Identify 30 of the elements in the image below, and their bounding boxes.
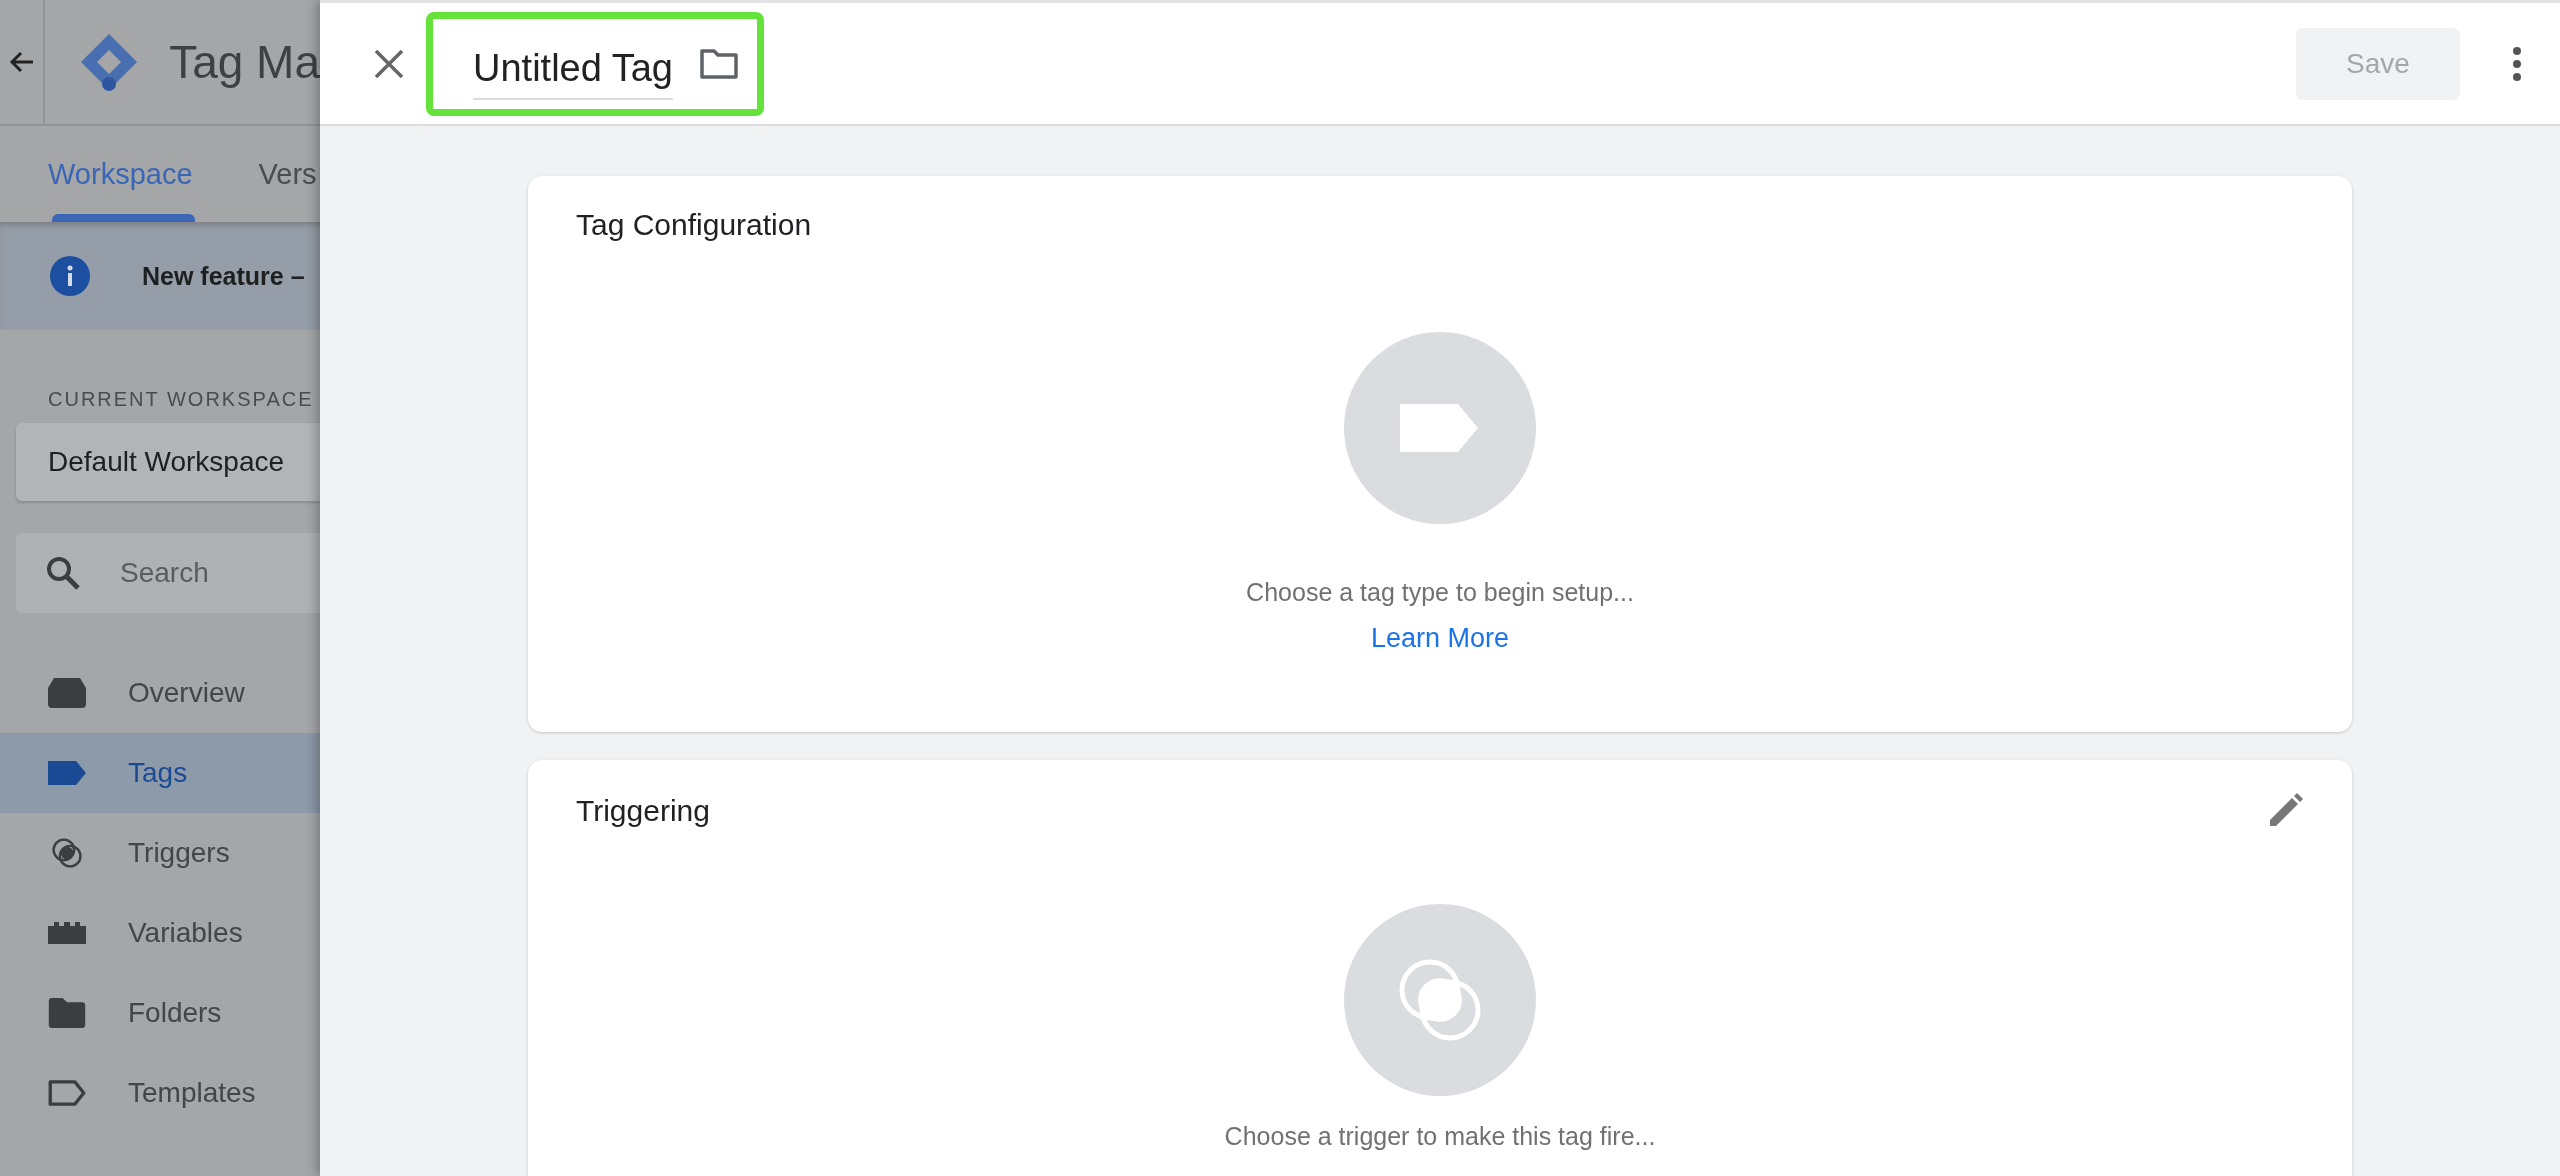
nav-tab[interactable]: Vers — [192, 126, 317, 222]
tag-outline-icon — [48, 1078, 86, 1108]
tag-icon — [48, 758, 86, 788]
search-field[interactable]: Search — [16, 533, 320, 613]
hint-text: Choose a trigger to make this tag fire... — [1224, 1122, 1656, 1151]
nav-item[interactable]: Triggers — [0, 813, 320, 893]
back-arrow-icon[interactable] — [8, 50, 35, 74]
close-icon[interactable] — [374, 48, 404, 79]
card-title: Triggering — [576, 794, 710, 828]
notice-text: New feature – — [142, 261, 305, 291]
inbox-icon — [48, 678, 86, 708]
more-options-icon[interactable] — [2512, 45, 2522, 82]
nav-tab[interactable]: Workspace — [0, 126, 193, 222]
learn-more-link[interactable]: Learn More — [1370, 623, 1510, 654]
search-icon — [46, 556, 80, 590]
nav-item[interactable]: Folders — [0, 973, 320, 1053]
tag-name-field[interactable]: Untitled Tag — [473, 41, 673, 100]
nav-item[interactable]: Templates — [0, 1053, 320, 1133]
diamond-logo-icon — [79, 32, 140, 92]
app-title: Tag Ma — [169, 35, 320, 89]
nav-item[interactable]: Tags — [0, 733, 320, 813]
info-icon — [50, 256, 90, 296]
workspace-selector[interactable]: Default Workspace — [16, 423, 320, 501]
folder-icon — [48, 998, 86, 1028]
folder-outline-icon[interactable] — [699, 47, 739, 80]
nav-item[interactable]: Overview — [0, 653, 320, 733]
hint-text: Choose a tag type to begin setup... — [1246, 578, 1634, 607]
nav-item[interactable]: Variables — [0, 893, 320, 973]
section-label: CURRENT WORKSPACE — [48, 388, 315, 411]
card-title: Tag Configuration — [576, 208, 812, 242]
